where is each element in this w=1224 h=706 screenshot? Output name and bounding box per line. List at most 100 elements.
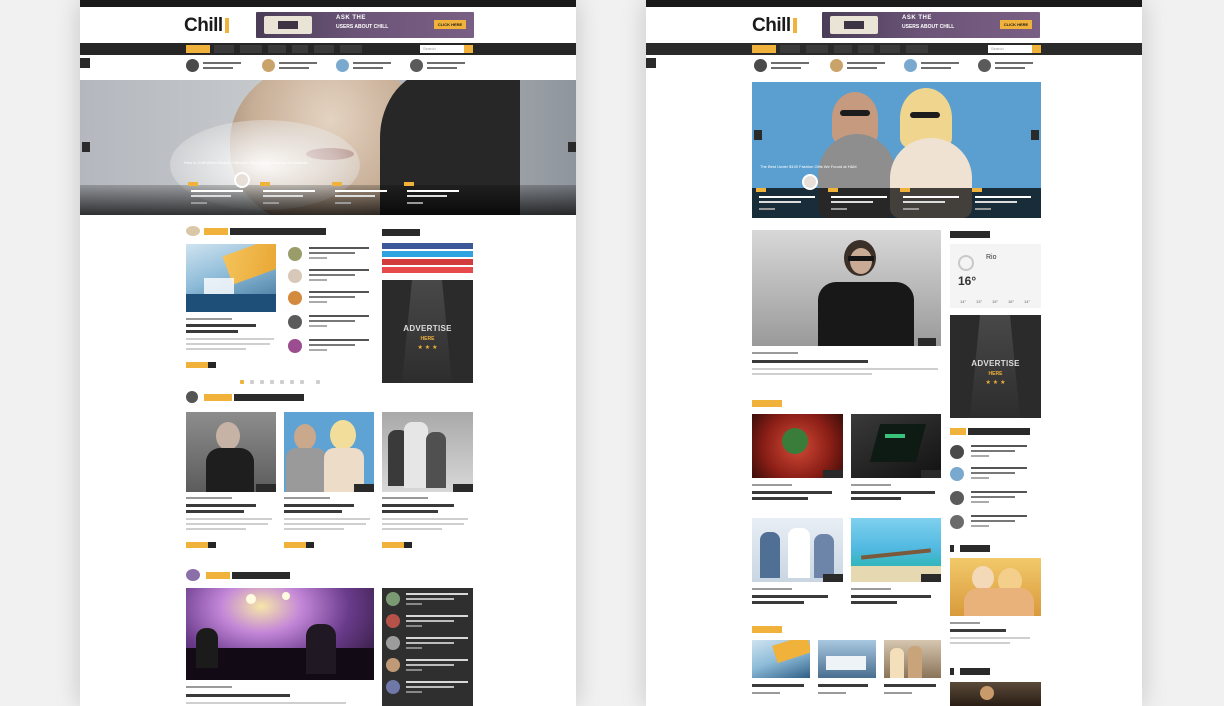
pager-dot[interactable] [300, 380, 304, 384]
trending-item[interactable] [262, 57, 332, 75]
nav-item-home[interactable] [752, 45, 776, 53]
post-title[interactable] [382, 510, 438, 513]
post-title[interactable] [284, 510, 342, 513]
hero-sub-post[interactable] [188, 182, 250, 210]
list-item[interactable] [288, 244, 374, 264]
search-button[interactable] [1032, 45, 1041, 53]
nav-item-3[interactable] [806, 45, 828, 53]
sidebar-ad[interactable]: ADVERTISE HERE ★ ★ ★ [950, 315, 1041, 418]
post-title[interactable] [186, 330, 238, 333]
hero-sub-post[interactable] [900, 188, 968, 216]
pager-dot[interactable] [290, 380, 294, 384]
read-more-button[interactable] [186, 362, 216, 368]
nav-item-5[interactable] [858, 45, 874, 53]
tab-strip[interactable] [232, 572, 290, 579]
nav-item-2[interactable] [780, 45, 800, 53]
post-title[interactable] [186, 694, 290, 697]
slider-prev-icon[interactable] [82, 142, 90, 152]
tab-active[interactable] [950, 428, 966, 435]
nav-item-2[interactable] [214, 45, 234, 53]
post-title[interactable] [752, 491, 832, 494]
nav-item-3[interactable] [240, 45, 262, 53]
nav-item-home[interactable] [186, 45, 210, 53]
hero-sub-post[interactable] [972, 188, 1040, 216]
site-logo[interactable]: Chill [184, 15, 229, 37]
pager-dot[interactable] [280, 380, 284, 384]
post-title[interactable] [950, 629, 1006, 632]
post-title[interactable] [851, 595, 931, 598]
search-input[interactable]: Search [988, 45, 1032, 53]
post-thumbnail[interactable] [884, 640, 941, 678]
trending-item[interactable] [410, 57, 480, 75]
slider-prev-icon[interactable] [754, 130, 762, 140]
tab-strip[interactable] [230, 228, 326, 235]
hero-sub-post[interactable] [260, 182, 322, 210]
post-title[interactable] [884, 684, 936, 687]
hero-slider[interactable]: How to Chill When Beauty, Hairstyle, Rou… [80, 80, 576, 215]
googleplus-button[interactable] [382, 259, 473, 265]
post-title[interactable] [382, 504, 454, 507]
post-title[interactable] [752, 601, 804, 604]
post-title[interactable] [284, 504, 354, 507]
nav-item-5[interactable] [292, 45, 308, 53]
site-logo[interactable]: Chill [752, 15, 797, 37]
banner-button[interactable]: CLICK HERE [434, 20, 466, 29]
nav-item-4[interactable] [834, 45, 852, 53]
post-thumbnail[interactable] [818, 640, 876, 678]
hero-sub-post[interactable] [332, 182, 394, 210]
header-ad-banner[interactable]: ASK THE USERS ABOUT CHILL CLICK HERE [256, 12, 474, 38]
post-thumbnail[interactable] [382, 412, 473, 492]
post-thumbnail[interactable] [851, 414, 941, 478]
post-thumbnail[interactable] [752, 640, 810, 678]
post-title[interactable] [186, 510, 244, 513]
list-item[interactable] [950, 488, 1040, 508]
search-input[interactable]: Search [420, 45, 464, 53]
list-item[interactable] [950, 464, 1040, 484]
featured-post-thumbnail[interactable] [752, 230, 941, 346]
nav-item-4[interactable] [268, 45, 286, 53]
post-title[interactable] [186, 324, 256, 327]
post-title[interactable] [752, 595, 828, 598]
list-item[interactable] [288, 266, 374, 286]
trending-item[interactable] [830, 57, 900, 75]
read-more-button[interactable] [284, 542, 314, 548]
trending-item[interactable] [904, 57, 974, 75]
list-item[interactable] [288, 312, 374, 332]
pager-dot[interactable] [250, 380, 254, 384]
nav-item-6[interactable] [880, 45, 900, 53]
sidebar-ad[interactable]: ADVERTISE HERE ★ ★ ★ [382, 280, 473, 383]
search-button[interactable] [464, 45, 473, 53]
pager-dot[interactable] [270, 380, 274, 384]
post-title[interactable] [851, 491, 935, 494]
tab-active[interactable] [204, 394, 232, 401]
post-title[interactable] [851, 497, 901, 500]
tab-strip[interactable] [968, 428, 1030, 435]
slider-next-icon[interactable] [1031, 130, 1039, 140]
post-thumbnail[interactable] [284, 412, 374, 492]
pager-dot[interactable] [260, 380, 264, 384]
banner-button[interactable]: CLICK HERE [1000, 20, 1032, 29]
hero-sub-post[interactable] [404, 182, 466, 210]
post-title[interactable] [818, 684, 868, 687]
menu-toggle-icon[interactable] [646, 58, 656, 68]
tab-active[interactable] [204, 228, 228, 235]
nav-item-6[interactable] [314, 45, 334, 53]
menu-toggle-icon[interactable] [80, 58, 90, 68]
post-thumbnail[interactable] [950, 558, 1041, 616]
post-thumbnail[interactable] [950, 682, 1041, 706]
list-item[interactable] [950, 442, 1040, 462]
post-thumbnail[interactable] [851, 518, 941, 582]
list-item[interactable] [288, 288, 374, 308]
post-thumbnail[interactable] [186, 244, 276, 312]
post-title[interactable] [186, 504, 256, 507]
read-more-button[interactable] [382, 542, 412, 548]
post-title[interactable] [752, 360, 868, 363]
trending-item[interactable] [336, 57, 406, 75]
tab-strip[interactable] [234, 394, 304, 401]
hero-sub-post[interactable] [828, 188, 896, 216]
post-thumbnail[interactable] [752, 518, 843, 582]
post-thumbnail[interactable] [186, 412, 276, 492]
slider-next-icon[interactable] [568, 142, 576, 152]
list-item[interactable] [950, 512, 1040, 532]
pager-dot[interactable] [240, 380, 244, 384]
